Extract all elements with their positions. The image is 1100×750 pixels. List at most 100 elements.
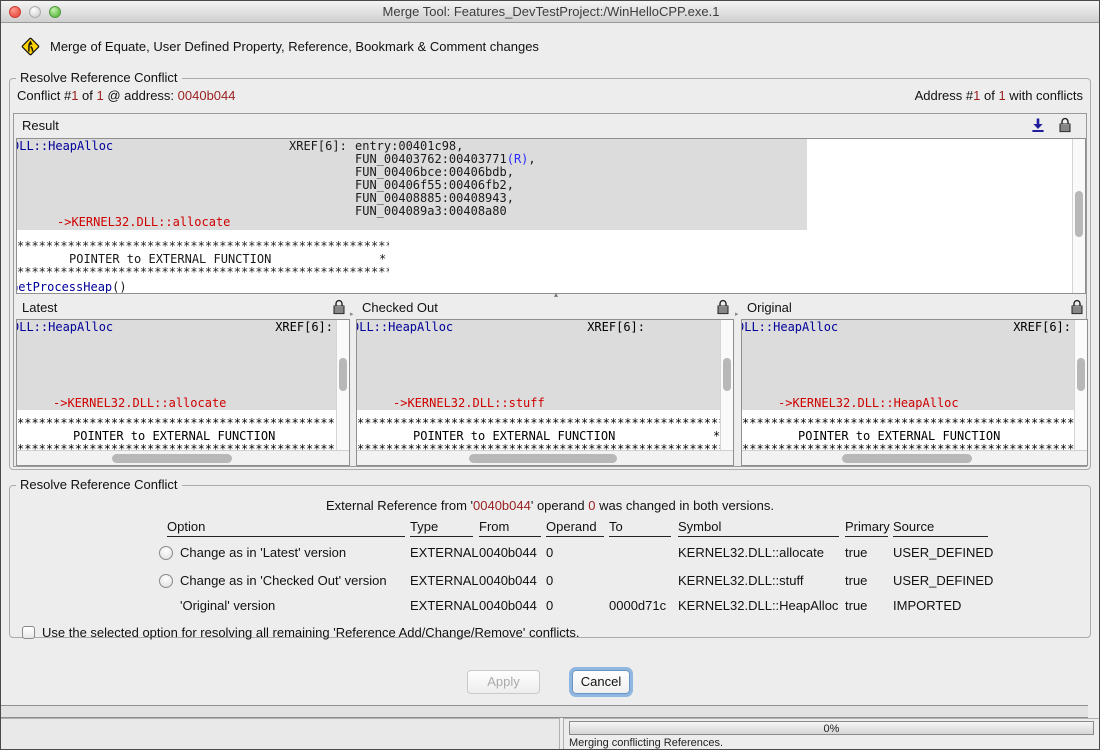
column-header-type: Type (410, 519, 473, 537)
scroll-thumb[interactable] (1077, 358, 1085, 391)
column-header-symbol: Symbol (678, 519, 839, 537)
original-panel-title: Original (747, 300, 792, 315)
scroll-thumb[interactable] (842, 454, 972, 463)
checked-out-external-ref: ->KERNEL32.DLL::stuff (393, 397, 545, 410)
original-vertical-scrollbar[interactable] (1074, 320, 1087, 451)
group2-legend: Resolve Reference Conflict (16, 477, 182, 492)
progress-percent: 0% (570, 723, 1093, 735)
latest-vertical-scrollbar[interactable] (336, 320, 349, 451)
original-listing[interactable]: DLL::HeapAlloc XREF[6]: ->KERNEL32.DLL::… (741, 319, 1088, 466)
comment-stars: ****************************************… (17, 266, 389, 279)
use-for-all-checkbox[interactable] (22, 626, 35, 639)
result-vertical-scrollbar[interactable] (1072, 139, 1085, 293)
scroll-thumb[interactable] (723, 358, 731, 391)
checked-out-panel: Checked Out DLL::HeapAl (356, 298, 734, 466)
result-footer-symbol: GetProcessHeap() (16, 281, 127, 294)
original-lock-icon[interactable] (1070, 299, 1084, 315)
cell-from: 0040b044 (479, 598, 537, 613)
status-left-panel (1, 718, 560, 750)
checked-out-xref-label: XREF[6]: (587, 321, 645, 334)
comment-pointer-line: POINTER to EXTERNAL FUNCTION (69, 253, 271, 266)
cell-symbol: KERNEL32.DLL::HeapAlloc (678, 598, 838, 613)
option-label[interactable]: Change as in 'Checked Out' version (180, 573, 387, 588)
checked-out-listing[interactable]: DLL::HeapAlloc XREF[6]: entry:00401c98, … (356, 319, 734, 466)
message-strip (1, 705, 1088, 718)
result-lock-icon[interactable] (1058, 117, 1074, 133)
column-header-operand: Operand (546, 519, 604, 537)
cell-operand: 0 (546, 598, 553, 613)
result-panel-header: Result (14, 114, 1086, 137)
cell-primary: true (845, 545, 867, 560)
latest-horizontal-scrollbar[interactable] (17, 450, 349, 465)
checked-out-panel-title: Checked Out (362, 300, 438, 315)
column-header-primary: Primary (845, 519, 888, 537)
latest-symbol: DLL::HeapAlloc (17, 321, 113, 334)
cell-symbol: KERNEL32.DLL::allocate (678, 545, 824, 560)
original-horizontal-scrollbar[interactable] (742, 450, 1087, 465)
resolve-reference-conflict-group: Resolve Reference Conflict Conflict #1 o… (9, 78, 1091, 470)
latest-external-ref: ->KERNEL32.DLL::allocate (53, 397, 226, 410)
checked-out-symbol: DLL::HeapAlloc (357, 321, 453, 334)
cell-to: 0000d71c (609, 598, 666, 613)
scroll-thumb[interactable] (1075, 191, 1083, 237)
original-panel: Original DLL::HeapAlloc (741, 298, 1088, 466)
original-symbol: DLL::HeapAlloc (742, 321, 838, 334)
comment-pointer-line: POINTER to EXTERNAL FUNCTION (413, 430, 615, 443)
checked-out-vertical-scrollbar[interactable] (720, 320, 733, 451)
original-external-ref: ->KERNEL32.DLL::HeapAlloc (778, 397, 959, 410)
comment-star: * (379, 253, 386, 266)
group1-legend: Resolve Reference Conflict (16, 70, 182, 85)
cell-type: EXTERNAL (410, 573, 479, 588)
result-listing[interactable]: DLL::HeapAlloc XREF[6]: entry:00401c98, … (16, 138, 1086, 294)
column-header-option: Option (167, 519, 405, 537)
cell-from: 0040b044 (479, 545, 537, 560)
cancel-button[interactable]: Cancel (572, 670, 630, 694)
cell-type: EXTERNAL (410, 598, 479, 613)
checked-out-lock-icon[interactable] (716, 299, 730, 315)
vertical-splitter[interactable]: ▸ (735, 310, 739, 318)
cell-type: EXTERNAL (410, 545, 479, 560)
status-right-panel: 0% Merging conflicting References. (563, 718, 1100, 750)
original-xref-label: XREF[6]: (1013, 321, 1071, 334)
latest-xref-label: XREF[6]: (275, 321, 333, 334)
checked-out-horizontal-scrollbar[interactable] (357, 450, 733, 465)
cell-source: USER_DEFINED (893, 545, 993, 560)
merge-listings-container: Result (13, 113, 1087, 467)
scroll-thumb[interactable] (112, 454, 232, 463)
result-xref-6: FUN_004089a3:00408a80 (355, 205, 507, 218)
cell-source: USER_DEFINED (893, 573, 993, 588)
radio-checked-out-version[interactable] (159, 574, 173, 588)
cell-primary: true (845, 598, 867, 613)
option-label[interactable]: Change as in 'Latest' version (180, 545, 346, 560)
conflict-description: External Reference from '0040b044' opera… (10, 498, 1090, 513)
address-counter: Address #1 of 1 with conflicts (915, 88, 1083, 103)
latest-panel-title: Latest (22, 300, 57, 315)
merge-tool-window: Merge Tool: Features_DevTestProject:/Win… (0, 0, 1100, 750)
goto-next-conflict-icon[interactable] (1030, 117, 1046, 133)
use-for-all-label[interactable]: Use the selected option for resolving al… (42, 625, 580, 640)
scroll-thumb[interactable] (469, 454, 617, 463)
latest-listing[interactable]: DLL::HeapAlloc XREF[6]: ->KERNEL32.DLL::… (16, 319, 350, 466)
column-header-to: To (609, 519, 671, 537)
merge-phase-message: Merge of Equate, User Defined Property, … (50, 39, 539, 54)
vertical-splitter[interactable]: ▸ (350, 310, 354, 318)
comment-pointer-line: POINTER to EXTERNAL FUNCTION (798, 430, 1000, 443)
title-bar[interactable]: Merge Tool: Features_DevTestProject:/Win… (1, 1, 1100, 23)
cell-operand: 0 (546, 573, 553, 588)
conflict-counter: Conflict #1 of 1 @ address: 0040b044 (17, 88, 236, 103)
window-title: Merge Tool: Features_DevTestProject:/Win… (1, 4, 1100, 19)
column-header-from: From (479, 519, 541, 537)
resolve-options-group: Resolve Reference Conflict External Refe… (9, 485, 1091, 638)
apply-button[interactable]: Apply (467, 670, 540, 694)
result-xref-label: XREF[6]: (289, 140, 347, 153)
original-version-label: 'Original' version (180, 598, 275, 613)
cell-primary: true (845, 573, 867, 588)
latest-panel: Latest DLL::HeapAlloc (16, 298, 350, 466)
result-symbol: DLL::HeapAlloc (16, 140, 113, 153)
radio-latest-version[interactable] (159, 546, 173, 560)
result-panel-title: Result (22, 118, 59, 133)
cell-operand: 0 (546, 545, 553, 560)
scroll-thumb[interactable] (339, 358, 347, 391)
latest-lock-icon[interactable] (332, 299, 346, 315)
comment-pointer-line: POINTER to EXTERNAL FUNCTION (73, 430, 275, 443)
